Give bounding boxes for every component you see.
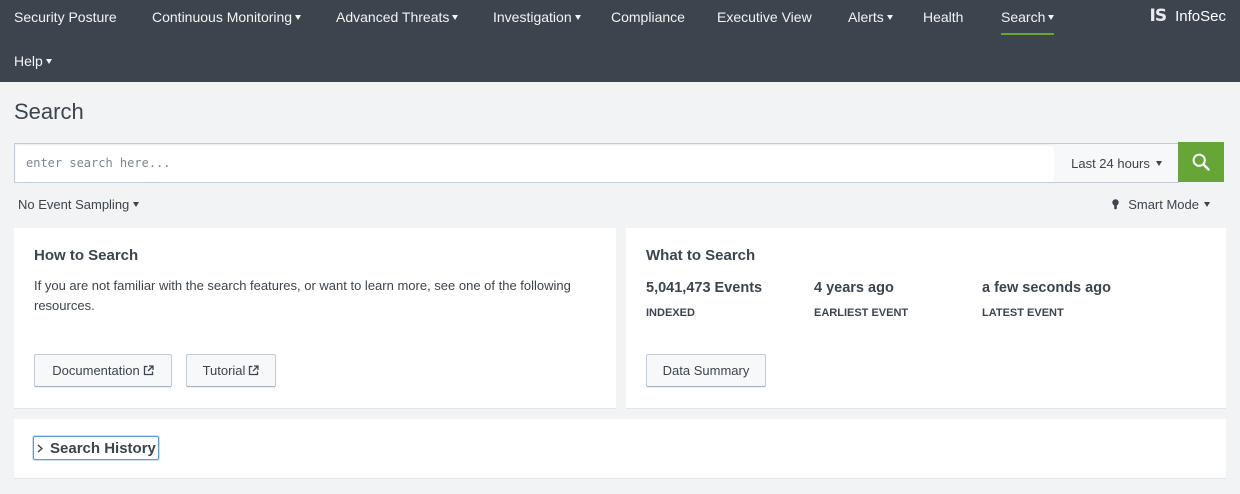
app-logo[interactable]: IS InfoSec (1150, 6, 1226, 26)
search-input[interactable] (14, 143, 1056, 183)
nav-advanced-threats[interactable]: Advanced Threats (336, 7, 459, 27)
search-button[interactable] (1178, 142, 1224, 182)
button-label: Documentation (52, 363, 140, 378)
nav-continuous-monitoring[interactable]: Continuous Monitoring (152, 7, 302, 27)
stat-earliest-event: 4 years ago EARLIEST EVENT (814, 280, 908, 319)
what-to-search-panel: What to Search 5,041,473 Events INDEXED … (626, 228, 1226, 409)
panel-title: How to Search (34, 247, 139, 264)
nav-search[interactable]: Search (1001, 7, 1055, 35)
caret-down-icon (574, 15, 581, 20)
nav-alerts[interactable]: Alerts (848, 7, 893, 27)
external-link-icon (143, 365, 154, 376)
stat-label: INDEXED (646, 307, 695, 319)
search-mode-dropdown[interactable]: Smart Mode (1112, 197, 1210, 212)
nav-label: Compliance (611, 9, 685, 25)
caret-down-icon (1048, 15, 1055, 20)
stat-indexed: 5,041,473 Events INDEXED (646, 280, 762, 319)
nav-label: Advanced Threats (336, 9, 450, 25)
caret-down-icon (1155, 160, 1162, 166)
how-to-search-panel: How to Search If you are not familiar wi… (14, 228, 616, 409)
nav-security-posture[interactable]: Security Posture (14, 7, 117, 27)
caret-down-icon (886, 15, 893, 20)
data-summary-button[interactable]: Data Summary (646, 354, 766, 387)
nav-label: Health (923, 9, 964, 25)
lightbulb-icon (1112, 199, 1119, 210)
caret-down-icon (45, 59, 52, 64)
event-sampling-label: No Event Sampling (18, 197, 130, 212)
search-history-label: Search History (50, 439, 156, 457)
logo-mark: IS (1149, 6, 1168, 26)
stat-value: 4 years ago (814, 280, 894, 296)
time-range-label: Last 24 hours (1071, 155, 1150, 171)
button-label: Tutorial (202, 363, 246, 378)
nav-executive-view[interactable]: Executive View (717, 7, 812, 27)
time-range-picker[interactable]: Last 24 hours (1055, 143, 1179, 183)
search-mode-label: Smart Mode (1128, 197, 1199, 212)
nav-label: Executive View (717, 9, 812, 25)
search-history-panel: Search History (14, 419, 1226, 479)
panel-title: What to Search (646, 247, 756, 264)
logo-text: InfoSec (1175, 7, 1226, 25)
tutorial-button[interactable]: Tutorial (186, 354, 276, 387)
panel-description: If you are not familiar with the search … (34, 278, 571, 313)
search-history-toggle[interactable]: Search History (33, 436, 159, 460)
nav-health[interactable]: Health (923, 7, 963, 27)
nav-label: Search (1001, 9, 1046, 25)
nav-investigation[interactable]: Investigation (493, 7, 581, 27)
external-link-icon (249, 365, 260, 376)
nav-label: Alerts (848, 9, 884, 25)
stat-latest-event: a few seconds ago LATEST EVENT (982, 280, 1111, 319)
button-label: Data Summary (662, 363, 750, 378)
stat-value: 5,041,473 Events (646, 280, 763, 296)
stat-label: LATEST EVENT (982, 307, 1064, 319)
caret-down-icon (295, 15, 302, 20)
nav-compliance[interactable]: Compliance (611, 7, 685, 27)
stat-label: EARLIEST EVENT (814, 307, 909, 319)
top-navigation-bar: Security Posture Continuous Monitoring A… (0, 0, 1240, 82)
caret-down-icon (452, 15, 459, 20)
stat-value: a few seconds ago (982, 280, 1111, 296)
search-icon (1192, 153, 1210, 171)
nav-label: Security Posture (14, 9, 117, 25)
nav-label: Investigation (493, 9, 572, 25)
caret-down-icon (133, 202, 140, 207)
nav-label: Help (14, 53, 43, 69)
nav-help[interactable]: Help (14, 51, 52, 71)
documentation-button[interactable]: Documentation (34, 354, 172, 387)
caret-down-icon (1204, 202, 1210, 207)
event-sampling-dropdown[interactable]: No Event Sampling (18, 197, 140, 212)
page-title: Search (14, 99, 84, 124)
nav-label: Continuous Monitoring (152, 9, 293, 25)
chevron-right-icon (37, 443, 43, 453)
